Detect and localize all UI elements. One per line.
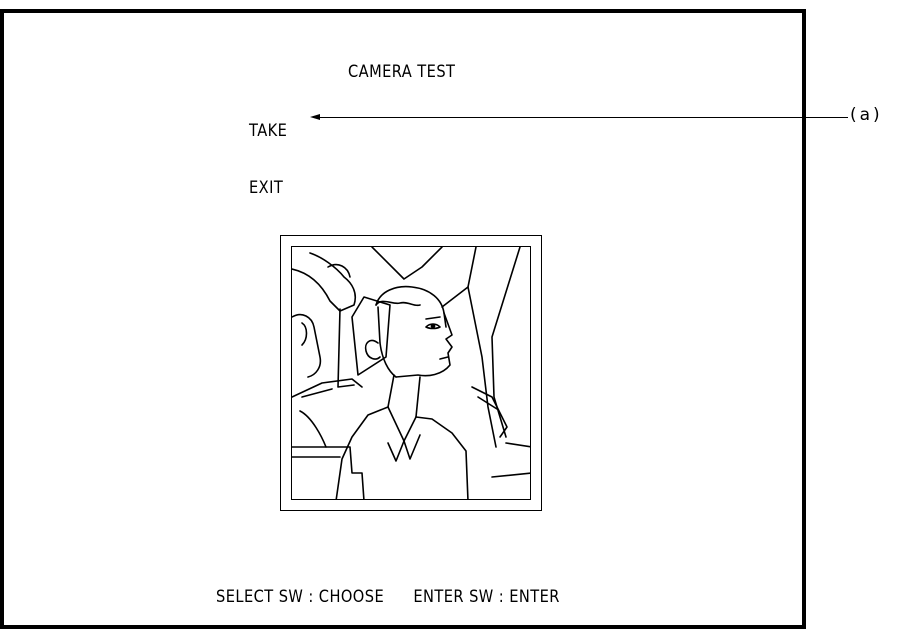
menu-item-exit[interactable]: EXIT	[249, 180, 283, 197]
camera-preview-frame	[280, 235, 542, 511]
callout-label: (a)	[850, 105, 883, 125]
driver-photo-icon	[292, 247, 530, 499]
footer-hints: SELECT SW : CHOOSE ENTER SW : ENTER	[216, 589, 560, 606]
camera-preview-image	[291, 246, 531, 500]
callout-leader-line	[318, 117, 848, 118]
camera-test-screen: CAMERA TEST TAKE EXIT SELECT SW: CHOOSE…	[0, 9, 806, 629]
select-hint: SELECT SW : CHOOSE	[216, 587, 385, 607]
page-title: CAMERA TEST	[348, 62, 456, 82]
menu-item-take[interactable]: TAKE	[249, 123, 287, 140]
enter-hint: ENTER SW : ENTER	[413, 587, 560, 607]
